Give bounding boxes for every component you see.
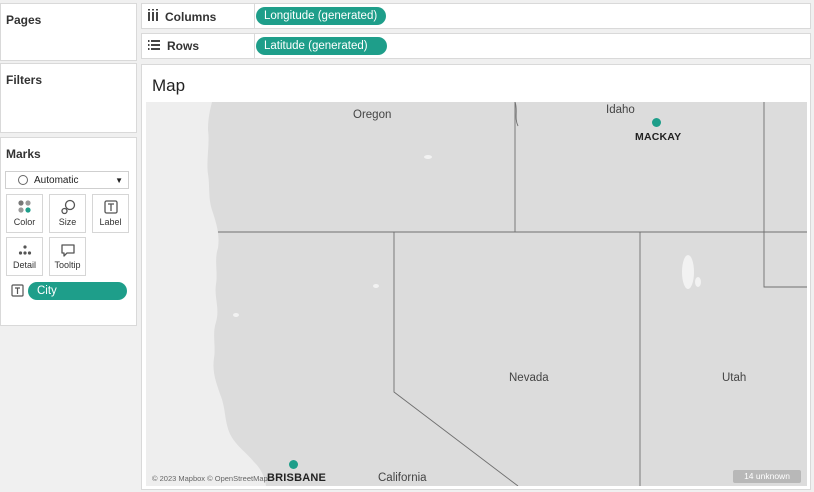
region-label-idaho: Idaho: [606, 104, 635, 116]
unknown-badge[interactable]: 14 unknown: [733, 470, 801, 483]
region-label-nevada: Nevada: [509, 372, 549, 384]
rows-label-group: Rows: [148, 39, 199, 53]
columns-label: Columns: [165, 9, 217, 24]
label-label: Label: [99, 217, 122, 227]
chevron-down-icon: ▼: [115, 175, 123, 185]
region-label-california: California: [378, 472, 427, 484]
city-mark-mackay[interactable]: [652, 118, 661, 127]
latitude-pill[interactable]: Latitude (generated): [256, 37, 387, 55]
color-dots-icon: [7, 199, 42, 215]
color-button[interactable]: Color: [6, 194, 43, 233]
tooltip-button[interactable]: Tooltip: [49, 237, 86, 276]
mark-type-label: Automatic: [34, 174, 79, 186]
label-button[interactable]: Label: [92, 194, 129, 233]
filters-card[interactable]: Filters: [0, 63, 137, 133]
tooltip-label: Tooltip: [54, 260, 81, 270]
filters-title: Filters: [6, 73, 43, 87]
detail-label: Detail: [12, 260, 36, 270]
columns-icon: [148, 9, 158, 24]
text-field-icon: [11, 284, 24, 302]
region-label-oregon: Oregon: [353, 109, 392, 121]
pages-card[interactable]: Pages: [0, 3, 137, 61]
size-label: Size: [58, 217, 77, 227]
city-label-brisbane: BRISBANE: [267, 472, 327, 484]
columns-label-group: Columns: [148, 9, 216, 24]
size-icon: [50, 199, 85, 215]
label-icon: [93, 199, 128, 215]
region-label-utah: Utah: [722, 372, 747, 384]
map-view[interactable]: Oregon Idaho Nevada Utah California MACK…: [146, 102, 807, 486]
map-basemap: [207, 102, 807, 486]
tooltip-icon: [50, 242, 85, 258]
marks-title: Marks: [6, 147, 41, 161]
map-attribution[interactable]: © 2023 Mapbox © OpenStreetMap: [152, 474, 268, 483]
city-label-mackay: MACKAY: [635, 131, 682, 143]
pages-title: Pages: [6, 13, 42, 27]
longitude-pill[interactable]: Longitude (generated): [256, 7, 386, 25]
shelf-divider: [254, 3, 255, 29]
columns-shelf: [141, 3, 811, 29]
detail-icon: [7, 242, 42, 258]
map-title: Map: [152, 76, 186, 95]
city-field-pill[interactable]: City: [28, 282, 127, 300]
rows-shelf: [141, 33, 811, 59]
size-button[interactable]: Size: [49, 194, 86, 233]
detail-button[interactable]: Detail: [6, 237, 43, 276]
circle-icon: [18, 175, 28, 185]
mark-type-dropdown[interactable]: Automatic ▼: [5, 171, 129, 189]
city-mark-brisbane[interactable]: [289, 460, 298, 469]
color-label: Color: [13, 217, 36, 227]
shelf-divider: [254, 33, 255, 59]
rows-icon: [148, 39, 160, 53]
rows-label: Rows: [167, 39, 200, 53]
